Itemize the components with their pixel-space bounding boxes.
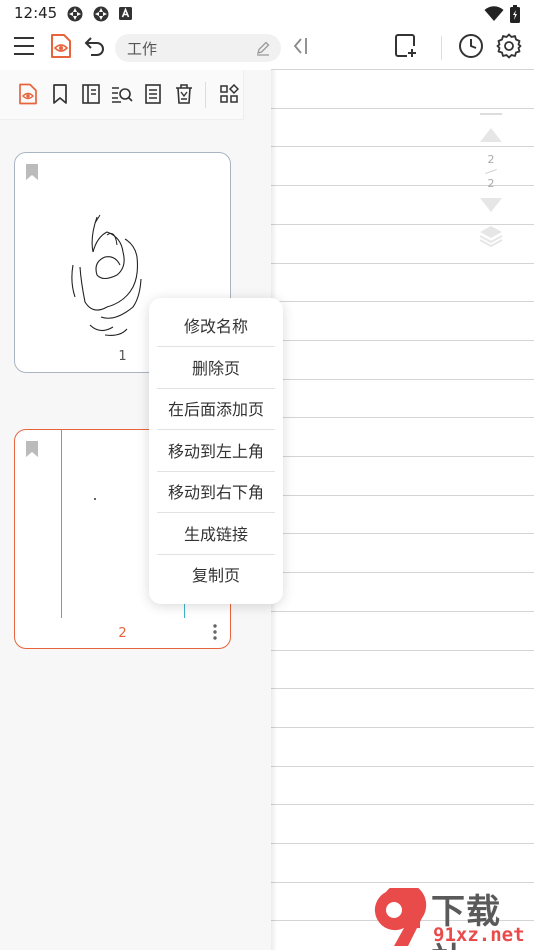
grid-icon[interactable] (218, 83, 240, 105)
ruled-line (271, 688, 534, 689)
search-list-icon[interactable] (111, 83, 133, 105)
page-scroller: 2 2 (474, 113, 508, 253)
history-button[interactable] (455, 32, 487, 64)
ruled-line (271, 882, 534, 883)
panel-toolbar-divider (205, 82, 206, 108)
ruled-line (271, 533, 534, 534)
clock-icon (458, 33, 484, 63)
ruled-line (271, 108, 534, 109)
menu-item-add-page-after[interactable]: 在后面添加页 (157, 389, 275, 430)
battery-icon (510, 5, 520, 27)
page-up-icon[interactable] (479, 127, 503, 147)
ruled-line (271, 379, 534, 380)
trash-icon[interactable] (173, 83, 195, 105)
app-screen: 12:45 工作 2 2 1 2 修改名称 删除页 在后面添加页 移动到左上角 … (0, 0, 534, 950)
menu-item-move-bottom-right[interactable]: 移动到右下角 (157, 472, 275, 513)
page-number-2: 2 (118, 626, 127, 641)
view-mode-button[interactable] (45, 32, 77, 64)
more-options-icon[interactable] (212, 623, 218, 645)
collapse-left-icon (291, 35, 311, 61)
ruled-line (271, 263, 534, 264)
document-eye-icon[interactable] (17, 83, 39, 105)
sync-icon (66, 5, 84, 27)
menu-item-move-top-left[interactable]: 移动到左上角 (157, 431, 275, 472)
ruled-line (271, 804, 534, 805)
ruled-line (271, 456, 534, 457)
settings-button[interactable] (493, 32, 525, 64)
bookmark-icon[interactable] (25, 163, 39, 185)
ruled-line (271, 69, 534, 70)
page-fraction-line (485, 168, 497, 175)
watermark-url: 91xz.net (433, 924, 525, 946)
ruled-line (271, 301, 534, 302)
document-eye-icon (49, 33, 73, 63)
status-time: 12:45 (14, 4, 58, 22)
ruled-line (271, 727, 534, 728)
scroller-top-bar (480, 113, 502, 115)
status-icons-left (66, 5, 134, 27)
undo-button[interactable] (79, 32, 111, 64)
page-down-icon[interactable] (479, 197, 503, 217)
page-margin-line-left (61, 430, 62, 618)
current-page-number: 2 (487, 153, 495, 166)
ruled-line (271, 843, 534, 844)
watermark-logo (364, 882, 430, 950)
notes-icon[interactable] (142, 83, 164, 105)
panel-toolbar (0, 70, 244, 120)
ruled-line (271, 766, 534, 767)
status-bar: 12:45 (0, 0, 534, 28)
collapse-panel-button[interactable] (285, 32, 317, 64)
bookmark-icon[interactable] (49, 83, 71, 105)
total-page-number: 2 (487, 177, 495, 190)
notebook-title: 工作 (127, 40, 158, 58)
menu-item-generate-link[interactable]: 生成链接 (157, 514, 275, 555)
ruled-line (271, 340, 534, 341)
add-page-button[interactable] (390, 32, 422, 64)
ink-dot (94, 498, 96, 500)
notification-a-icon (118, 5, 134, 27)
layers-icon[interactable] (478, 223, 504, 253)
bookmark-icon[interactable] (25, 440, 39, 462)
ruled-line (271, 650, 534, 651)
wifi-icon (484, 6, 504, 26)
top-toolbar: 工作 (0, 28, 534, 68)
undo-icon (83, 35, 107, 61)
sync-icon (92, 5, 110, 27)
menu-item-delete-page[interactable]: 删除页 (157, 348, 275, 389)
toolbar-divider (441, 36, 442, 60)
ruled-line (271, 495, 534, 496)
menu-item-copy-page[interactable]: 复制页 (157, 555, 275, 596)
gear-icon (496, 33, 522, 63)
notebook-title-field[interactable]: 工作 (115, 34, 281, 62)
menu-button[interactable] (8, 32, 40, 64)
menu-item-rename[interactable]: 修改名称 (157, 306, 275, 347)
ruled-line (271, 611, 534, 612)
ruled-line (271, 572, 534, 573)
add-page-icon (394, 33, 418, 63)
pencil-icon[interactable] (255, 40, 271, 60)
page-context-menu: 修改名称 删除页 在后面添加页 移动到左上角 移动到右下角 生成链接 复制页 (149, 298, 283, 604)
ruled-line (271, 417, 534, 418)
status-icons-right (484, 5, 520, 27)
hamburger-menu-icon (12, 35, 36, 61)
outline-icon[interactable] (80, 83, 102, 105)
